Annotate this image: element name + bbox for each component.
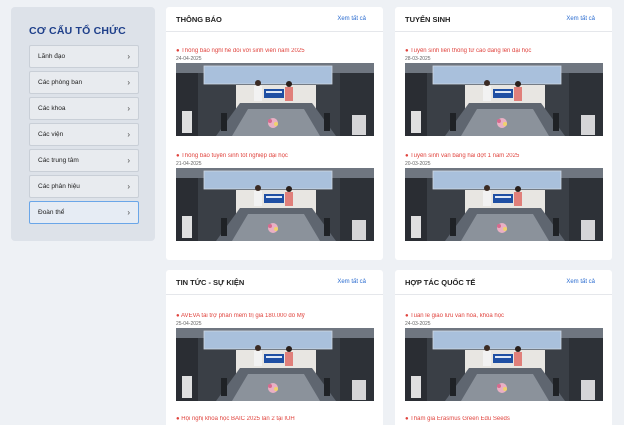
list-item: ● Tham gia Erasmus Green Edu Seeds	[405, 416, 603, 422]
news-item-date: 24-03-2025	[405, 321, 431, 327]
list-item: ● Hội nghị khoa học BAIC 2025 lần 2 tại …	[176, 416, 374, 422]
list-item: ● Tuần lễ giao lưu văn hóa, khoa học 24-…	[405, 313, 603, 401]
sidebar-item-label: Các khoa	[38, 105, 66, 112]
sidebar-item-centers[interactable]: Các trung tâm ›	[29, 149, 139, 172]
list-item: ● Tuyển sinh văn bằng hai đợt 1 năm 2025…	[405, 153, 603, 241]
news-thumbnail[interactable]	[176, 168, 374, 241]
list-item: ● Thông báo tuyển sinh tốt nghiệp đại họ…	[176, 153, 374, 241]
news-item-title[interactable]: ● Tuyển sinh liên thông từ cao đẳng lên …	[405, 48, 603, 54]
news-item-date: 20-03-2025	[405, 161, 431, 167]
news-item-title[interactable]: ● Thông báo nghỉ hè đối với sinh viên nă…	[176, 48, 374, 54]
chevron-right-icon: ›	[127, 208, 130, 217]
news-events-card: TIN TỨC - SỰ KIỆN Xem tất cả ● AVEVA tài…	[166, 270, 383, 425]
news-item-date: 25-04-2025	[176, 321, 202, 327]
news-item-date: 28-03-2025	[405, 56, 431, 62]
sidebar-item-label: Các phòng ban	[38, 79, 83, 86]
notices-card: THÔNG BÁO Xem tất cả ● Thông báo nghỉ hè…	[166, 7, 383, 260]
news-thumbnail[interactable]	[176, 63, 374, 136]
news-item-title[interactable]: ● AVEVA tài trợ phần mềm trị giá 180.000…	[176, 313, 374, 319]
news-item-title[interactable]: ● Tham gia Erasmus Green Edu Seeds	[405, 416, 603, 422]
news-item-title[interactable]: ● Thông báo tuyển sinh tốt nghiệp đại họ…	[176, 153, 374, 159]
sidebar-title: CƠ CẤU TỔ CHỨC	[29, 25, 126, 37]
sidebar-item-label: Các viện	[38, 131, 64, 138]
section-title: THÔNG BÁO	[176, 14, 222, 24]
sidebar-item-leadership[interactable]: Lãnh đạo ›	[29, 45, 139, 68]
org-structure-sidebar: CƠ CẤU TỔ CHỨC Lãnh đạo › Các phòng ban …	[11, 7, 155, 241]
chevron-right-icon: ›	[127, 78, 130, 87]
news-thumbnail[interactable]	[405, 328, 603, 401]
section-title: TUYỂN SINH	[405, 14, 451, 24]
list-item: ● Tuyển sinh liên thông từ cao đẳng lên …	[405, 48, 603, 136]
see-all-link[interactable]: Xem tất cả	[337, 279, 366, 285]
chevron-right-icon: ›	[127, 52, 130, 61]
see-all-link[interactable]: Xem tất cả	[337, 16, 366, 22]
news-item-date: 24-04-2025	[176, 56, 202, 62]
sidebar-item-label: Các trung tâm	[38, 157, 79, 164]
sidebar-item-faculties[interactable]: Các khoa ›	[29, 97, 139, 120]
sidebar-item-unions[interactable]: Đoàn thể ›	[29, 201, 139, 224]
news-thumbnail[interactable]	[405, 63, 603, 136]
chevron-right-icon: ›	[127, 130, 130, 139]
admissions-card: TUYỂN SINH Xem tất cả ● Tuyển sinh liên …	[395, 7, 612, 260]
section-title: TIN TỨC - SỰ KIỆN	[176, 277, 245, 287]
news-item-title[interactable]: ● Tuyển sinh văn bằng hai đợt 1 năm 2025	[405, 153, 603, 159]
news-thumbnail[interactable]	[405, 168, 603, 241]
sidebar-item-label: Đoàn thể	[38, 209, 65, 216]
chevron-right-icon: ›	[127, 104, 130, 113]
sidebar-item-departments[interactable]: Các phòng ban ›	[29, 71, 139, 94]
section-title: HỢP TÁC QUỐC TẾ	[405, 277, 476, 287]
news-item-title[interactable]: ● Hội nghị khoa học BAIC 2025 lần 2 tại …	[176, 416, 374, 422]
chevron-right-icon: ›	[127, 182, 130, 191]
see-all-link[interactable]: Xem tất cả	[566, 16, 595, 22]
list-item: ● AVEVA tài trợ phần mềm trị giá 180.000…	[176, 313, 374, 401]
sidebar-item-label: Các phân hiệu	[38, 183, 80, 190]
news-thumbnail[interactable]	[176, 328, 374, 401]
sidebar-item-institutes[interactable]: Các viện ›	[29, 123, 139, 146]
see-all-link[interactable]: Xem tất cả	[566, 279, 595, 285]
news-item-title[interactable]: ● Tuần lễ giao lưu văn hóa, khoa học	[405, 313, 603, 319]
sidebar-item-branches[interactable]: Các phân hiệu ›	[29, 175, 139, 198]
international-cooperation-card: HỢP TÁC QUỐC TẾ Xem tất cả ● Tuần lễ gia…	[395, 270, 612, 425]
list-item: ● Thông báo nghỉ hè đối với sinh viên nă…	[176, 48, 374, 136]
sidebar-item-label: Lãnh đạo	[38, 53, 66, 60]
news-item-date: 21-04-2025	[176, 161, 202, 167]
chevron-right-icon: ›	[127, 156, 130, 165]
